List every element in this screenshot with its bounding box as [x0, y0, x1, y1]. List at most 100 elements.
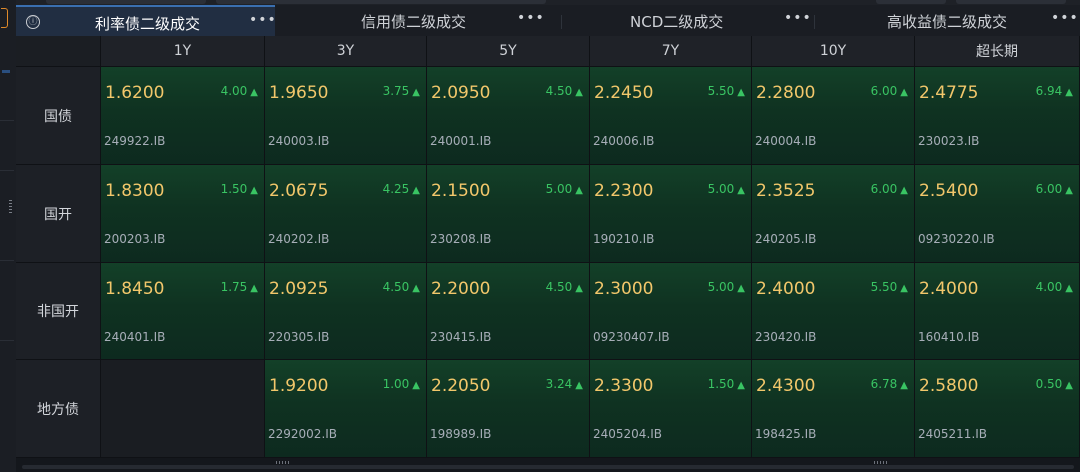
row-label: 国开: [16, 165, 101, 263]
up-arrow-icon: ▲: [250, 87, 258, 98]
change-value: 6.00 ▲: [871, 182, 908, 196]
change-number: 4.25: [382, 182, 410, 196]
quote-cell[interactable]: 1.6200 4.00 ▲ 249922.IB: [101, 67, 265, 165]
change-number: 1.50: [220, 182, 248, 196]
resize-grip-icon[interactable]: [9, 200, 12, 214]
yield-rate: 2.2450: [594, 83, 654, 103]
quote-cell[interactable]: 2.2300 5.00 ▲ 190210.IB: [590, 165, 752, 263]
change-value: 4.25 ▲: [383, 182, 420, 196]
change-value: 6.00 ▲: [871, 84, 908, 98]
up-arrow-icon: ▲: [250, 283, 258, 294]
up-arrow-icon: ▲: [737, 87, 745, 98]
scroll-grip-icon[interactable]: [874, 461, 888, 464]
change-number: 3.75: [382, 84, 410, 98]
change-number: 1.75: [220, 280, 248, 294]
rail-divider: [0, 340, 14, 341]
quote-cell[interactable]: 2.5400 6.00 ▲ 09230220.IB: [915, 165, 1080, 263]
quote-cell[interactable]: 2.0675 4.25 ▲ 240202.IB: [265, 165, 427, 263]
change-number: 5.50: [870, 280, 898, 294]
bond-code: 2405211.IB: [918, 427, 988, 441]
quote-cell[interactable]: 2.1500 5.00 ▲ 230208.IB: [427, 165, 590, 263]
quote-cell[interactable]: 1.8300 1.50 ▲ 200203.IB: [101, 165, 265, 263]
yield-rate: 2.3000: [594, 279, 654, 299]
top-strip-button[interactable]: [216, 0, 546, 4]
up-arrow-icon: ▲: [1065, 87, 1073, 98]
column-header: 1Y: [101, 36, 265, 67]
bond-code: 198425.IB: [755, 427, 817, 441]
quote-cell[interactable]: 2.4775 6.94 ▲ 230023.IB: [915, 67, 1080, 165]
change-number: 1.00: [382, 377, 410, 391]
change-number: 4.50: [545, 280, 573, 294]
quote-cell[interactable]: 2.0950 4.50 ▲ 240001.IB: [427, 67, 590, 165]
quote-cell[interactable]: 2.3000 5.00 ▲ 09230407.IB: [590, 263, 752, 360]
quote-cell[interactable]: 2.4300 6.78 ▲ 198425.IB: [752, 360, 915, 458]
up-arrow-icon: ▲: [412, 283, 420, 294]
change-number: 6.00: [870, 84, 898, 98]
bond-code: 230023.IB: [918, 134, 980, 148]
quote-cell[interactable]: 2.2050 3.24 ▲ 198989.IB: [427, 360, 590, 458]
scroll-grip-icon[interactable]: [276, 461, 290, 464]
bond-code: 240001.IB: [430, 134, 492, 148]
quote-cell[interactable]: 2.2000 4.50 ▲ 230415.IB: [427, 263, 590, 360]
yield-rate: 2.2000: [431, 279, 491, 299]
yield-rate: 1.8300: [105, 181, 165, 201]
more-menu-icon[interactable]: •••: [784, 10, 812, 26]
more-menu-icon[interactable]: •••: [1051, 10, 1079, 26]
quote-cell[interactable]: 2.4000 4.00 ▲ 160410.IB: [915, 263, 1080, 360]
yield-rate: 2.2050: [431, 376, 491, 396]
up-arrow-icon: ▲: [737, 185, 745, 196]
change-number: 5.50: [707, 84, 735, 98]
quote-cell[interactable]: 2.3525 6.00 ▲ 240205.IB: [752, 165, 915, 263]
bond-code: 240401.IB: [104, 330, 166, 344]
change-value: 1.50 ▲: [221, 182, 258, 196]
more-menu-icon[interactable]: •••: [249, 12, 277, 28]
change-number: 0.50: [1035, 377, 1063, 391]
top-strip-button[interactable]: [956, 0, 1066, 4]
rail-divider: [0, 120, 14, 121]
quote-cell[interactable]: 2.0925 4.50 ▲ 220305.IB: [265, 263, 427, 360]
horizontal-scrollbar[interactable]: [16, 458, 1080, 472]
bond-code: 2292002.IB: [268, 427, 338, 441]
quote-cell[interactable]: 1.9650 3.75 ▲ 240003.IB: [265, 67, 427, 165]
quote-cell[interactable]: 2.5800 0.50 ▲ 2405211.IB: [915, 360, 1080, 458]
quote-cell[interactable]: 2.2450 5.50 ▲ 240006.IB: [590, 67, 752, 165]
up-arrow-icon: ▲: [900, 283, 908, 294]
tab-high-yield[interactable]: 高收益债二级成交 •••: [815, 5, 1080, 36]
change-value: 5.00 ▲: [708, 182, 745, 196]
up-arrow-icon: ▲: [1065, 380, 1073, 391]
bond-code: 240006.IB: [593, 134, 655, 148]
tab-rate-bonds[interactable]: ⓘ 利率债二级成交 •••: [16, 5, 277, 36]
more-menu-icon[interactable]: •••: [517, 10, 545, 26]
top-strip-button[interactable]: [46, 0, 206, 4]
change-number: 4.00: [1035, 280, 1063, 294]
bond-code: 09230220.IB: [918, 232, 995, 246]
up-arrow-icon: ▲: [900, 185, 908, 196]
rail-divider: [0, 170, 14, 171]
yield-rate: 1.9650: [269, 83, 329, 103]
change-value: 5.50 ▲: [708, 84, 745, 98]
change-number: 6.94: [1035, 84, 1063, 98]
quote-cell[interactable]: 1.9200 1.00 ▲ 2292002.IB: [265, 360, 427, 458]
up-arrow-icon: ▲: [412, 185, 420, 196]
scrollbar-track[interactable]: [22, 465, 1074, 469]
quote-cell[interactable]: 1.8450 1.75 ▲ 240401.IB: [101, 263, 265, 360]
info-icon[interactable]: ⓘ: [26, 15, 40, 29]
change-number: 5.00: [707, 182, 735, 196]
rail-tab-marker[interactable]: [1, 8, 8, 28]
quote-cell[interactable]: 2.2800 6.00 ▲ 240004.IB: [752, 67, 915, 165]
quote-cell[interactable]: 2.4000 5.50 ▲ 230420.IB: [752, 263, 915, 360]
up-arrow-icon: ▲: [575, 283, 583, 294]
tab-credit-bonds[interactable]: 信用债二级成交 •••: [275, 5, 562, 36]
quote-cell[interactable]: 2.3300 1.50 ▲ 2405204.IB: [590, 360, 752, 458]
change-value: 3.75 ▲: [383, 84, 420, 98]
rail-indicator: [2, 70, 10, 73]
column-header: 10Y: [752, 36, 915, 67]
change-number: 6.78: [870, 377, 898, 391]
top-strip-button[interactable]: [876, 0, 946, 4]
bond-code: 190210.IB: [593, 232, 655, 246]
tab-ncd[interactable]: NCD二级成交 •••: [562, 5, 814, 36]
change-number: 4.50: [545, 84, 573, 98]
bond-code: 09230407.IB: [593, 330, 670, 344]
yield-rate: 1.8450: [105, 279, 165, 299]
tab-label: NCD二级成交: [630, 13, 724, 31]
